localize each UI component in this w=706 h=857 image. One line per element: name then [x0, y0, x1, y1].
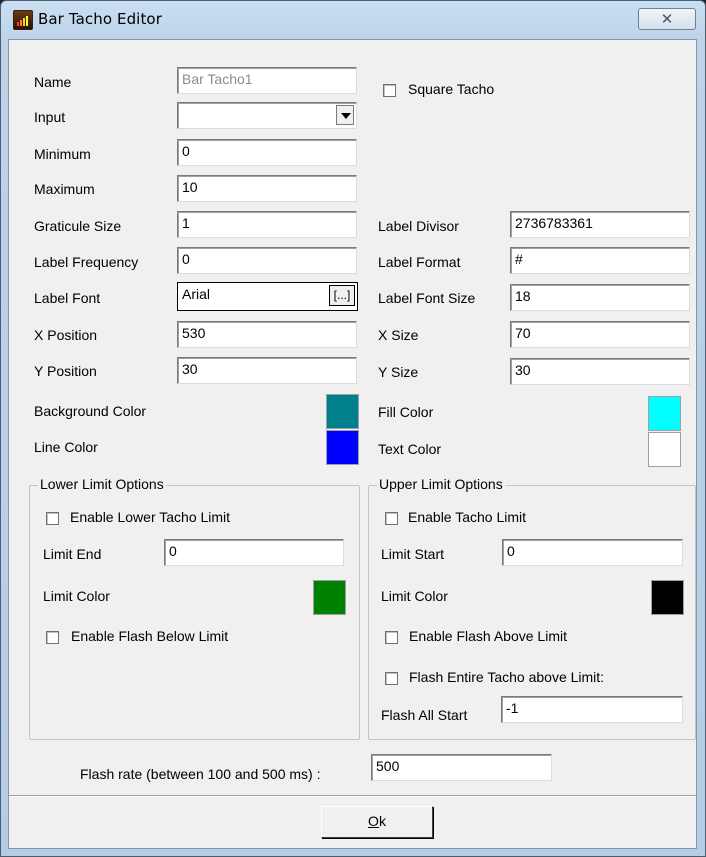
limit-end-value: 0 — [169, 543, 177, 559]
dialog-client-area: Name Bar Tacho1 Input Minimum 0 Maximum … — [8, 39, 697, 849]
limit-start-field[interactable]: 0 — [502, 539, 683, 566]
title-bar[interactable]: Bar Tacho Editor ✕ — [1, 1, 705, 37]
lower-limit-color-swatch[interactable] — [313, 580, 346, 615]
upper-limit-title: Upper Limit Options — [377, 476, 505, 492]
y-size-field[interactable]: 30 — [510, 358, 690, 385]
enable-upper-limit-checkbox[interactable] — [385, 512, 398, 525]
input-select[interactable] — [177, 102, 357, 129]
x-size-label: X Size — [378, 327, 419, 343]
graticule-size-field[interactable]: 1 — [177, 211, 357, 238]
ok-button[interactable]: Ok — [321, 806, 433, 838]
graticule-size-value: 1 — [182, 215, 190, 231]
flash-below-limit-label: Enable Flash Below Limit — [71, 628, 229, 644]
ok-mnemonic: O — [368, 813, 379, 829]
label-format-label: Label Format — [378, 254, 461, 270]
upper-limit-color-swatch[interactable] — [651, 580, 684, 615]
x-position-field[interactable]: 530 — [177, 321, 357, 348]
lower-limit-title: Lower Limit Options — [38, 476, 166, 492]
maximum-value: 10 — [182, 179, 198, 195]
label-font-value: Arial — [182, 286, 211, 302]
label-frequency-field[interactable]: 0 — [177, 247, 357, 274]
square-tacho-checkbox[interactable] — [383, 84, 396, 97]
flash-above-limit-checkbox[interactable] — [385, 631, 398, 644]
label-font-field[interactable]: Arial [...] — [177, 282, 358, 311]
flash-above-limit-label: Enable Flash Above Limit — [409, 628, 567, 644]
label-frequency-value: 0 — [182, 251, 190, 267]
limit-start-label: Limit Start — [381, 546, 445, 562]
y-position-field[interactable]: 30 — [177, 357, 357, 384]
text-color-label: Text Color — [378, 441, 442, 457]
flash-entire-tacho-label: Flash Entire Tacho above Limit: — [409, 669, 605, 685]
label-font-size-label: Label Font Size — [378, 290, 476, 306]
label-divisor-label: Label Divisor — [378, 218, 459, 234]
label-format-field[interactable]: # — [510, 247, 690, 274]
x-size-value: 70 — [515, 325, 531, 341]
x-position-value: 530 — [182, 325, 206, 341]
y-position-value: 30 — [182, 361, 198, 377]
maximum-label: Maximum — [34, 181, 95, 197]
y-size-value: 30 — [515, 362, 531, 378]
limit-end-field[interactable]: 0 — [164, 539, 344, 566]
ok-label-rest: k — [378, 813, 386, 829]
flash-rate-value: 500 — [376, 758, 400, 774]
minimum-label: Minimum — [34, 146, 91, 162]
line-color-label: Line Color — [34, 439, 98, 455]
fill-color-label: Fill Color — [378, 404, 434, 420]
flash-entire-tacho-checkbox[interactable] — [385, 672, 398, 685]
x-size-field[interactable]: 70 — [510, 321, 690, 348]
label-font-size-field[interactable]: 18 — [510, 284, 690, 311]
line-color-swatch[interactable] — [326, 430, 359, 465]
flash-rate-field[interactable]: 500 — [371, 754, 552, 781]
bottom-separator — [9, 795, 696, 797]
minimum-value: 0 — [182, 143, 190, 159]
flash-all-start-label: Flash All Start — [381, 707, 468, 723]
background-color-label: Background Color — [34, 403, 147, 419]
close-icon: ✕ — [660, 10, 674, 28]
flash-all-start-value: -1 — [506, 700, 519, 716]
limit-end-label: Limit End — [43, 546, 102, 562]
limit-start-value: 0 — [507, 543, 515, 559]
maximum-field[interactable]: 10 — [177, 175, 357, 202]
name-field: Bar Tacho1 — [177, 67, 357, 94]
dropdown-arrow-icon[interactable] — [336, 105, 354, 125]
minimum-field[interactable]: 0 — [177, 139, 357, 166]
label-format-value: # — [515, 251, 523, 267]
name-value: Bar Tacho1 — [182, 71, 253, 87]
enable-lower-limit-checkbox[interactable] — [46, 512, 59, 525]
close-button[interactable]: ✕ — [638, 8, 696, 30]
label-divisor-value: 2736783361 — [515, 215, 593, 231]
app-bar-chart-icon — [13, 10, 33, 30]
flash-all-start-field[interactable]: -1 — [501, 696, 683, 723]
label-font-size-value: 18 — [515, 288, 531, 304]
square-tacho-label: Square Tacho — [408, 81, 495, 97]
text-color-swatch[interactable] — [648, 432, 681, 467]
enable-lower-limit-label: Enable Lower Tacho Limit — [70, 509, 231, 525]
label-frequency-label: Label Frequency — [34, 254, 139, 270]
label-divisor-field[interactable]: 2736783361 — [510, 211, 690, 238]
y-position-label: Y Position — [34, 363, 97, 379]
fill-color-swatch[interactable] — [648, 396, 681, 431]
y-size-label: Y Size — [378, 364, 419, 380]
lower-limit-color-label: Limit Color — [43, 588, 110, 604]
name-label: Name — [34, 74, 72, 90]
upper-limit-color-label: Limit Color — [381, 588, 448, 604]
graticule-size-label: Graticule Size — [34, 218, 122, 234]
background-color-swatch[interactable] — [326, 394, 359, 429]
x-position-label: X Position — [34, 327, 98, 343]
input-label: Input — [34, 109, 66, 125]
window-title: Bar Tacho Editor — [38, 10, 162, 28]
bar-tacho-editor-window: Bar Tacho Editor ✕ Name Bar Tacho1 Input… — [0, 0, 706, 857]
enable-upper-limit-label: Enable Tacho Limit — [408, 509, 527, 525]
flash-below-limit-checkbox[interactable] — [46, 631, 59, 644]
browse-font-button[interactable]: [...] — [329, 285, 355, 306]
flash-rate-label: Flash rate (between 100 and 500 ms) : — [80, 766, 321, 782]
label-font-label: Label Font — [34, 290, 101, 306]
